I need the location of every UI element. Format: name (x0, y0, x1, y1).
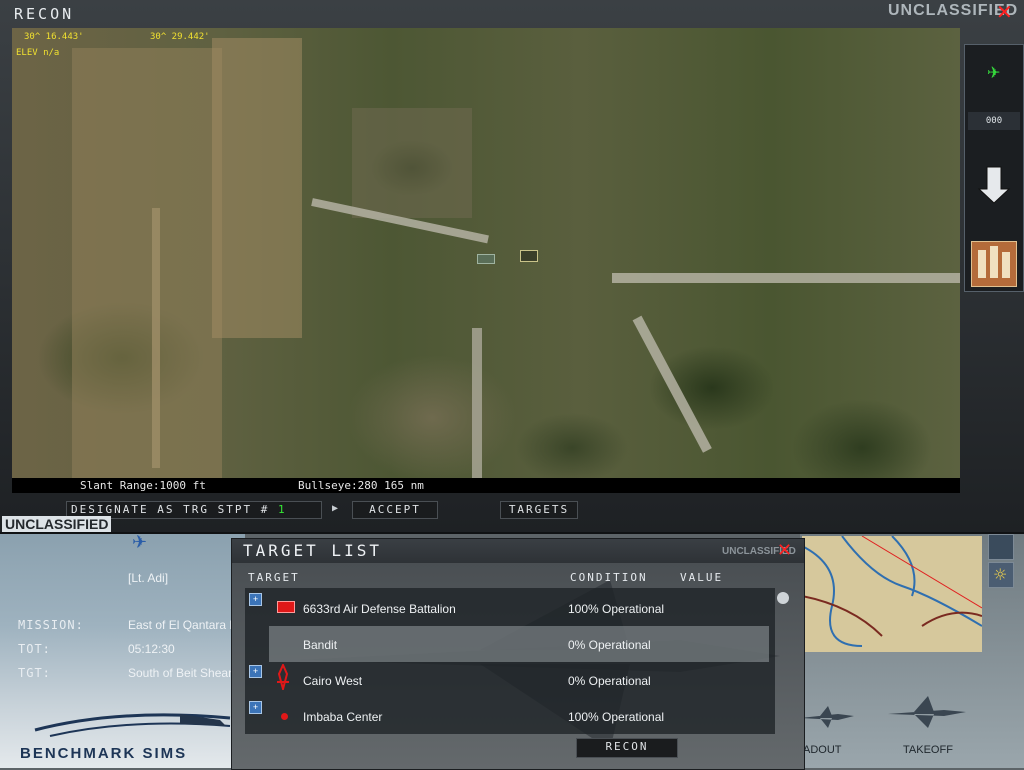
table-row[interactable]: + Imbaba Center 100% Operational (245, 698, 775, 734)
tgt-label: TGT: (18, 666, 51, 680)
designate-label-text: DESIGNATE AS TRG STPT # (71, 503, 270, 516)
table-row[interactable]: + 6633rd Air Defense Battalion 100% Oper… (245, 590, 775, 626)
mission-label: MISSION: (18, 618, 84, 632)
recon-window: RECON UNCLASSIFIED ✕ 30^ 16.443' 30^ 29.… (0, 0, 1024, 534)
expand-icon[interactable]: + (249, 665, 262, 678)
brand-logo-text: BENCHMARK SIMS (20, 745, 188, 762)
target-vehicle-icon[interactable] (477, 254, 495, 264)
accept-button[interactable]: ACCEPT (352, 501, 438, 519)
condition-column-header: CONDITION (570, 571, 648, 584)
building-view-icon[interactable] (971, 241, 1017, 287)
bullseye-readout: Bullseye:280 165 nm (298, 479, 424, 492)
table-row[interactable]: + Cairo West 0% Operational (245, 662, 775, 698)
weather-icon[interactable]: ☼ (988, 562, 1014, 588)
target-name: Bandit (303, 638, 338, 652)
target-condition: 0% Operational (568, 674, 651, 688)
close-icon[interactable]: ✕ (777, 540, 792, 561)
stpt-number[interactable]: 1 (278, 503, 287, 516)
zoom-level-readout: 000 (968, 112, 1020, 130)
target-column-header: TARGET (248, 571, 300, 584)
route-map[interactable] (802, 536, 982, 652)
tgt-value: South of Beit Shean (128, 666, 235, 680)
layers-icon[interactable] (988, 534, 1014, 560)
target-dot-icon (281, 713, 288, 720)
jet-silhouette-icon (800, 706, 854, 728)
airbase-icon (277, 664, 289, 690)
longitude-readout: 30^ 29.442' (150, 32, 210, 42)
target-condition: 0% Operational (568, 638, 651, 652)
latitude-readout: 30^ 16.443' (24, 32, 84, 42)
takeoff-label[interactable]: TAKEOFF (903, 744, 953, 756)
squadron-patch-icon: ✈ (132, 532, 148, 553)
pilot-name: [Lt. Adi] (128, 571, 169, 585)
jet-logo-icon (34, 713, 231, 737)
table-row[interactable]: Bandit 0% Operational (269, 626, 769, 662)
tot-label: TOT: (18, 642, 51, 656)
targets-button[interactable]: TARGETS (500, 501, 578, 519)
target-vehicle-icon[interactable] (520, 250, 538, 262)
target-list-title: TARGET LIST (243, 541, 382, 560)
recon-button[interactable]: RECON (576, 738, 678, 758)
jet-takeoff-icon (888, 696, 966, 728)
target-condition: 100% Operational (568, 710, 665, 724)
tot-value: 05:12:30 (128, 642, 175, 656)
target-name: Imbaba Center (303, 710, 383, 724)
stpt-next-arrow-icon[interactable]: ▶ (332, 503, 338, 514)
loadout-label[interactable]: ADOUT (803, 744, 842, 756)
classification-badge: UNCLASSIFIED (2, 516, 112, 532)
target-condition: 100% Operational (568, 602, 665, 616)
expand-icon[interactable]: + (249, 701, 262, 714)
sam-site-icon (277, 601, 295, 613)
target-name: 6633rd Air Defense Battalion (303, 602, 456, 616)
recon-tool-panel: ✈ ◀ ▶ (964, 44, 1024, 292)
map-rivers-icon (802, 536, 982, 652)
range-readout-bar: Slant Range:1000 ft Bullseye:280 165 nm (12, 478, 960, 493)
recon-imagery[interactable] (12, 28, 960, 482)
target-name: Cairo West (303, 674, 363, 688)
recon-title: RECON (14, 5, 75, 23)
value-column-header: VALUE (680, 571, 724, 584)
slant-range: Slant Range:1000 ft (80, 479, 206, 492)
pan-arrow-icon[interactable] (975, 165, 1013, 205)
close-icon[interactable]: ✕ (996, 2, 1013, 22)
expand-icon[interactable]: + (249, 593, 262, 606)
mission-value: East of El Qantara El (128, 618, 241, 632)
scrollbar-thumb[interactable] (777, 592, 789, 604)
target-list-table: + 6633rd Air Defense Battalion 100% Oper… (245, 588, 775, 734)
aircraft-position-icon[interactable]: ✈ (987, 63, 1000, 82)
elevation-readout: ELEV n/a (16, 48, 60, 58)
